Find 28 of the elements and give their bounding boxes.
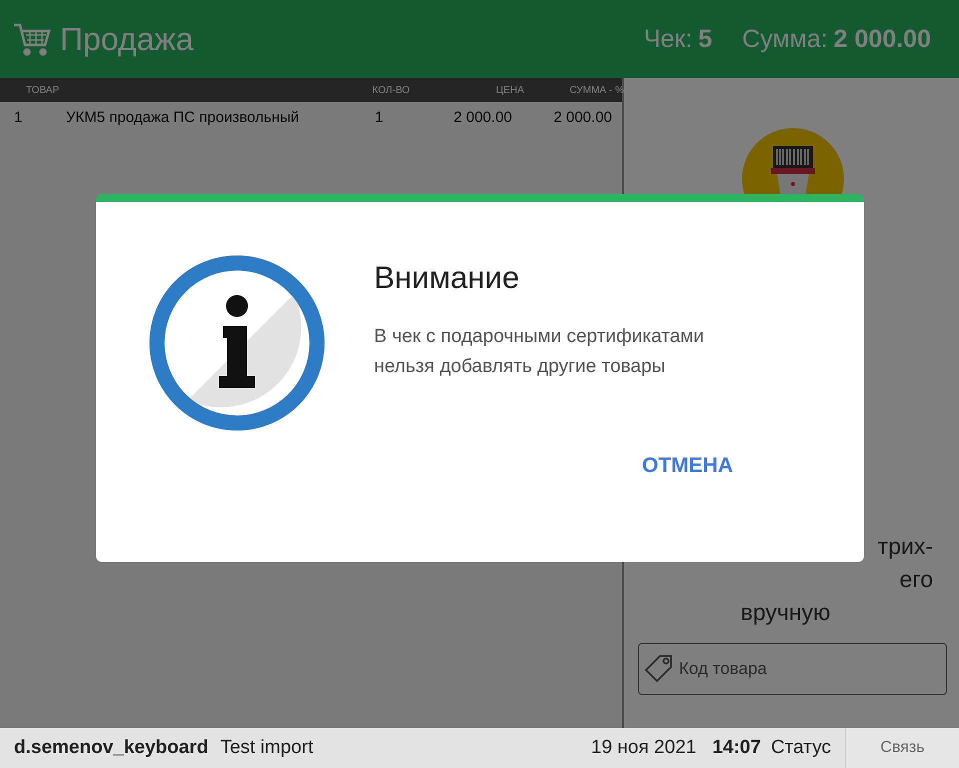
shop-name: Test import xyxy=(220,737,314,759)
tag-icon xyxy=(644,654,674,684)
scan-hint-text: трих- xyxy=(878,532,933,561)
sum-label: Сумма: xyxy=(742,24,828,54)
column-header: КОЛ-ВО xyxy=(371,84,411,96)
time-text: 14:07 xyxy=(712,737,761,759)
dialog-title: Внимание xyxy=(374,260,520,296)
sum-value: 2 000.00 xyxy=(834,24,931,54)
info-icon xyxy=(148,254,326,432)
table-cell-text: УКМ5 продажа ПС произвольный xyxy=(66,108,300,126)
check-number: 5 xyxy=(698,24,712,54)
column-header: ЦЕНА xyxy=(495,84,524,96)
dialog-message: В чек с подарочными сертификатами нельзя добавлять другие товары xyxy=(374,325,705,379)
check-label: Чек: xyxy=(644,24,692,54)
screen-title: Продажа xyxy=(60,20,195,58)
status-text: Статус xyxy=(770,737,831,759)
date-text: 19 ноя 2021 xyxy=(591,737,696,759)
table-cell-text: 2 000.00 xyxy=(452,108,512,126)
cancel-button[interactable]: ОТМЕНА xyxy=(632,448,743,484)
table-cell-text: 2 000.00 xyxy=(552,108,612,126)
table-cell-text: 1 xyxy=(374,108,384,126)
scan-hint-text: вручную xyxy=(740,598,830,627)
table-cell-text: 1 xyxy=(14,108,24,126)
column-header: СУММА - % xyxy=(568,84,624,96)
scan-hint-text: его xyxy=(900,565,933,594)
product-code-field[interactable]: Код товара xyxy=(638,643,947,695)
column-header: ТОВАР xyxy=(26,84,60,96)
user-name: d.semenov_keyboard xyxy=(14,737,208,759)
